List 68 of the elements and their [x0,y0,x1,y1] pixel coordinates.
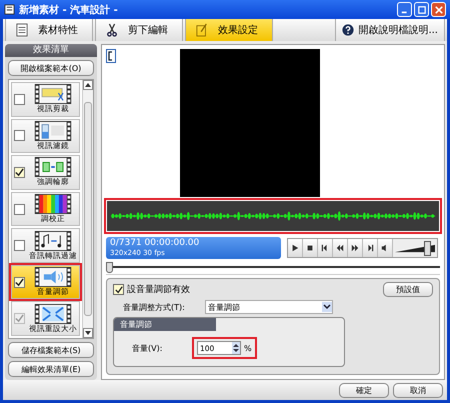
close-button[interactable] [431,2,446,17]
checkbox-label: 設音量調節有效 [127,284,190,296]
play-icon [291,244,299,252]
window-title: 新增素材 - 汽車設計 - [19,3,118,16]
close-icon [434,6,442,14]
help-button[interactable]: 開啟說明檔說明... [335,19,445,41]
frame-position: 0/7371 00:00:00.00 [110,238,200,249]
maximize-icon [418,6,426,14]
help-icon [342,23,354,37]
tab[interactable]: 效果設定 [185,19,273,41]
next-frame-button[interactable] [363,239,378,257]
checkbox[interactable] [113,284,124,295]
music-note-icon [34,230,72,251]
unit-label: % [244,344,252,352]
scrollbar[interactable] [82,80,93,338]
method-dropdown[interactable]: 音量調節 [205,300,333,314]
stop-icon [306,244,314,252]
fast-forward-button[interactable] [348,239,363,257]
play-button[interactable] [288,239,303,257]
scroll-up-icon[interactable] [83,80,93,90]
method-label: 音量調整方式(T): [123,302,186,312]
seek-slider[interactable] [106,262,440,275]
scroll-down-icon[interactable] [83,328,93,338]
default-button[interactable]: 預設值 [383,282,433,297]
fast-forward-icon [351,244,359,252]
checkbox[interactable] [14,204,25,215]
speaker-icon [381,244,389,252]
checkbox[interactable] [14,276,25,288]
panel-button[interactable]: 儲存檔案範本(S) [8,342,94,358]
speaker-icon [34,267,72,288]
window-icon [4,4,15,15]
bracket-icon [106,49,116,63]
scissors-icon [106,23,118,37]
check-icon [15,278,24,287]
dialog-button[interactable]: 確定 [339,382,389,398]
stop-button[interactable] [303,239,318,257]
rewind-icon [336,244,344,252]
minimize-button[interactable] [397,2,412,17]
dialog-button[interactable]: 取消 [393,382,443,398]
checkbox[interactable] [14,130,25,142]
checkbox[interactable] [14,240,25,252]
spinner-arrows-icon [232,342,240,354]
panel-title: 效果清單 [5,44,97,57]
group-title: 音量調節 [114,318,216,331]
step-back-icon [321,244,329,252]
checkbox[interactable] [14,94,25,105]
filter-icon [34,120,72,141]
check-icon [114,286,122,294]
resize-icon [34,304,72,324]
maximize-button[interactable] [414,2,429,17]
frames-icon [34,157,72,178]
crop-icon [34,84,72,104]
previous-frame-button[interactable] [318,239,333,257]
edit-icon [196,23,208,37]
open-template-button[interactable]: 開啟檔案範本(O) [8,60,94,76]
step-forward-icon [366,244,374,252]
color-bars-icon [34,194,72,214]
tab[interactable]: 素材特性 [5,19,93,41]
volume-label: 音量(V): [132,342,164,354]
panel-button[interactable]: 編輯效果清單(E) [8,361,94,377]
check-icon [15,168,24,177]
dropdown-arrow-icon [322,302,332,312]
checkbox[interactable] [14,166,25,178]
check-icon [15,314,24,324]
rewind-button[interactable] [333,239,348,257]
speaker-button[interactable] [378,239,393,257]
tab[interactable]: 剪下編輯 [95,19,183,41]
document-icon [16,23,28,37]
